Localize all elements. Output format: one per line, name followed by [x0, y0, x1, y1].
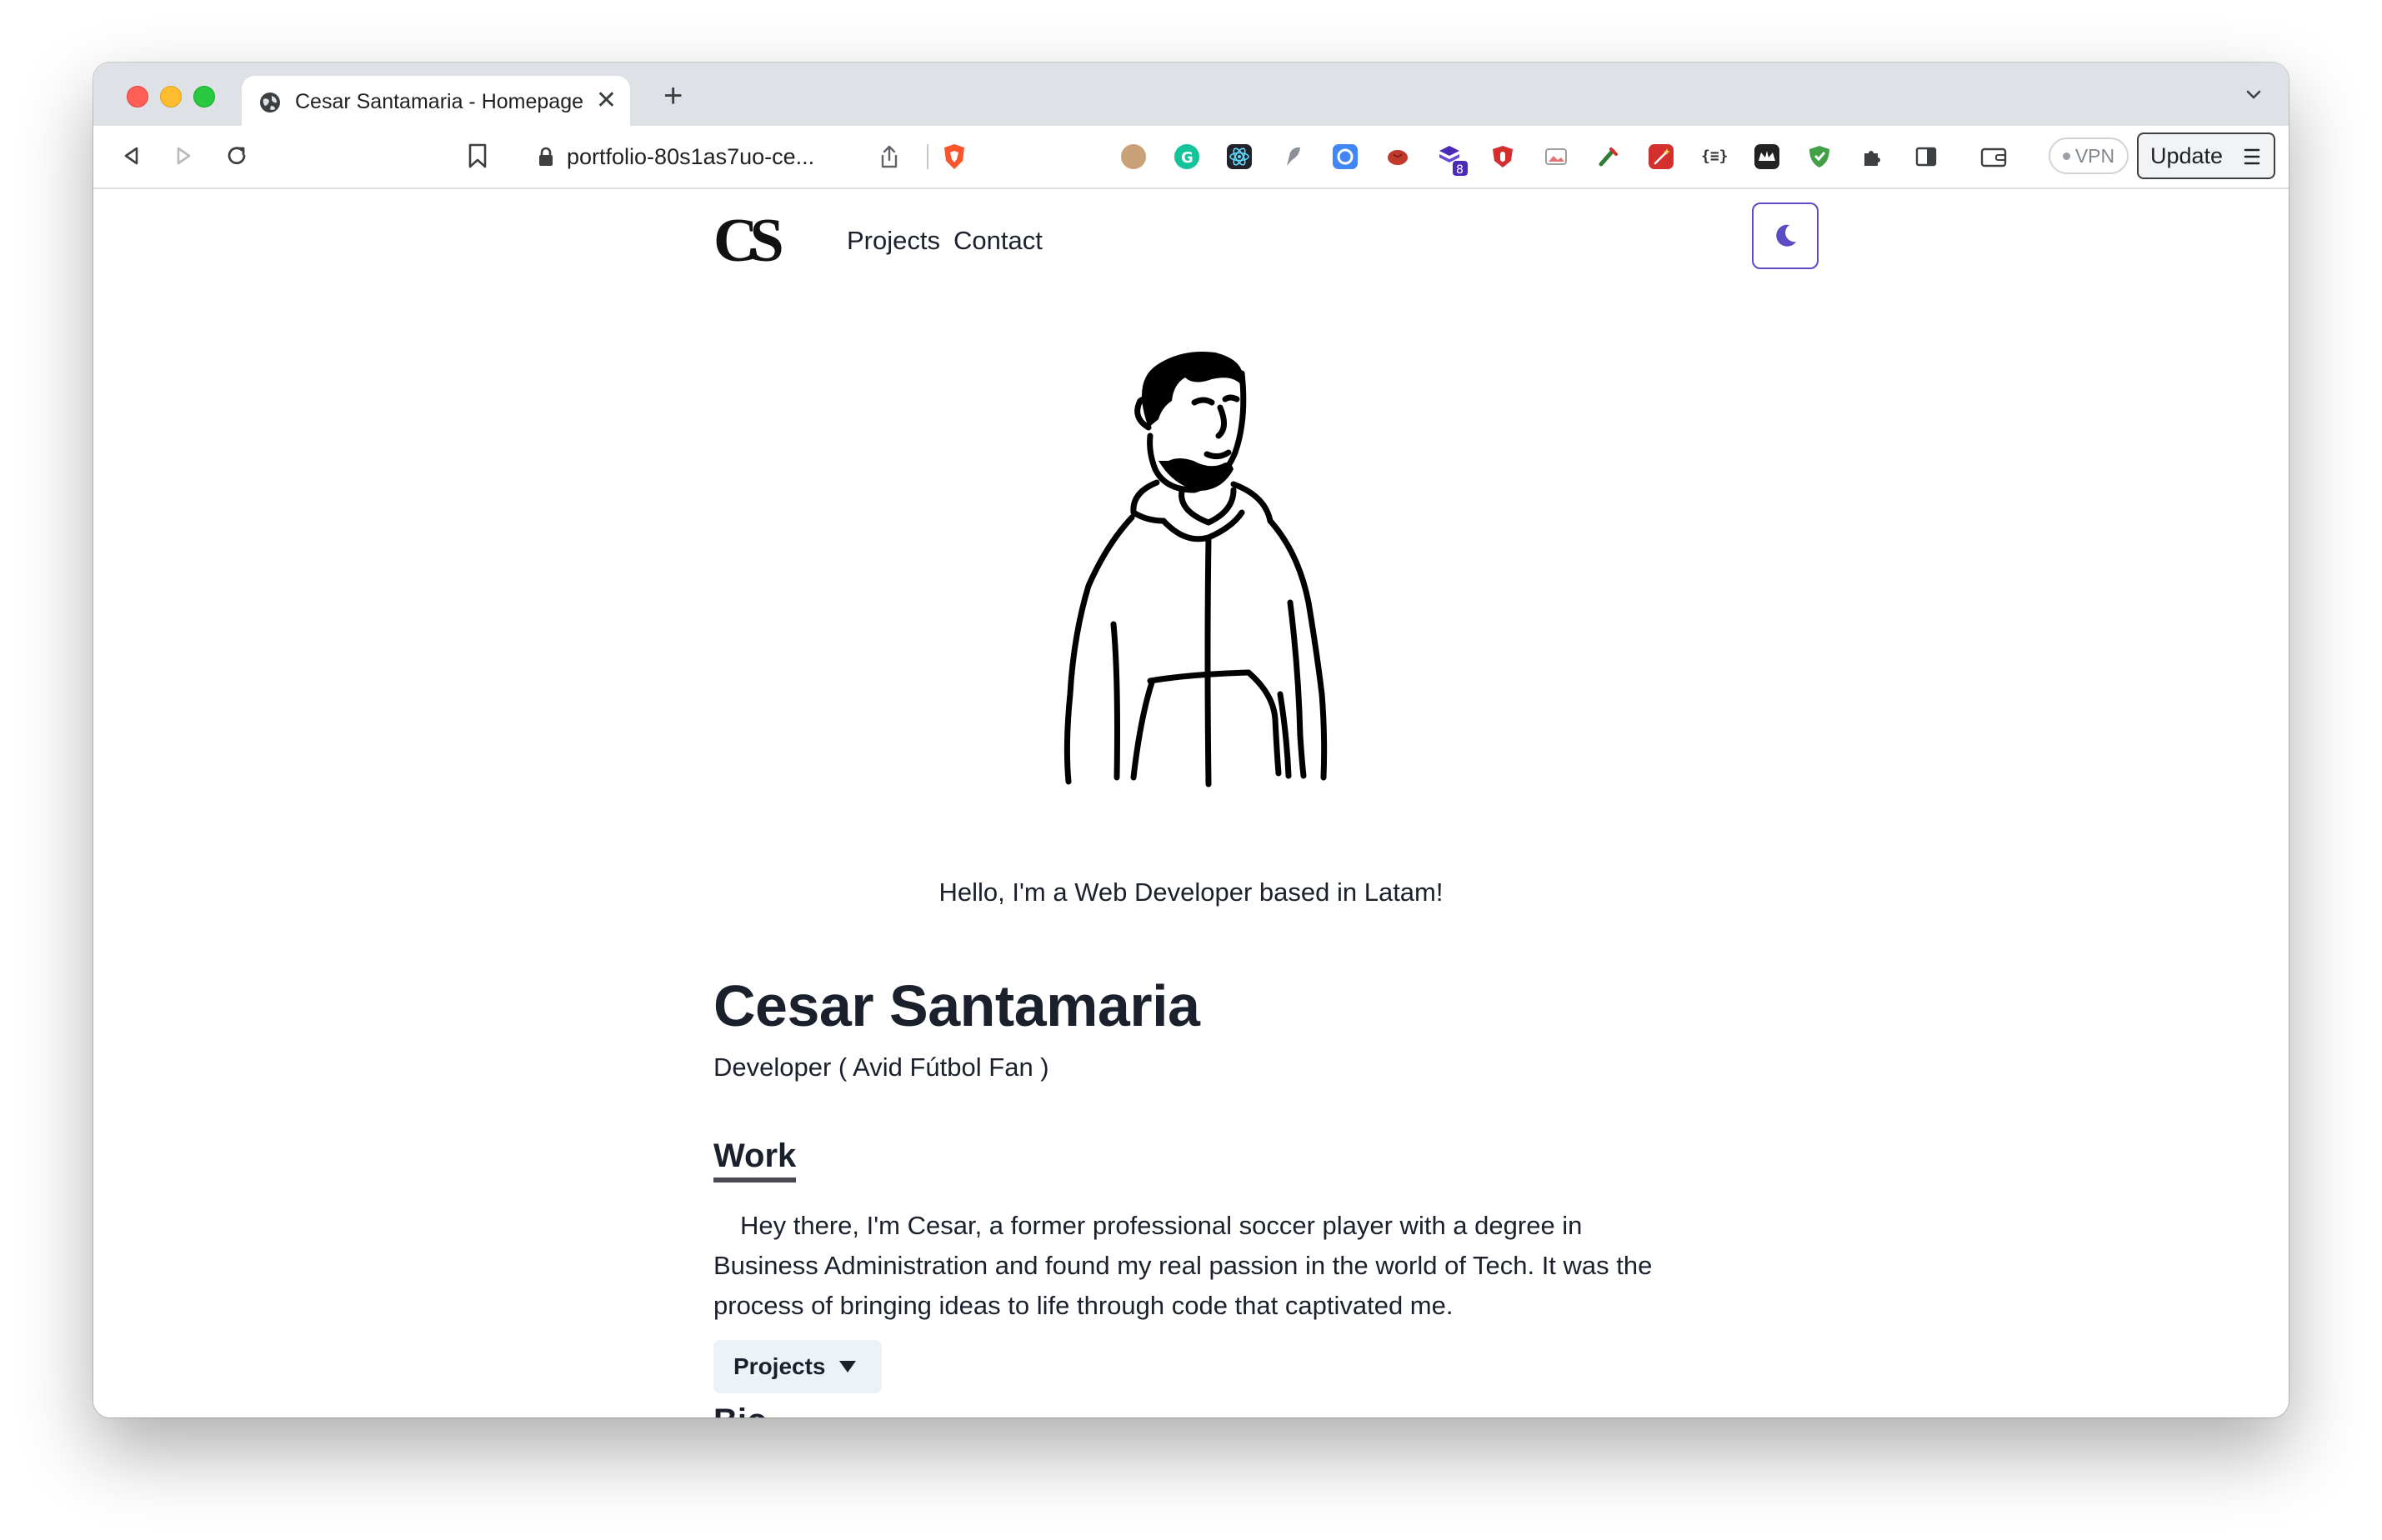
page-title: Cesar Santamaria	[713, 973, 1200, 1038]
brave-shield-icon[interactable]	[942, 142, 967, 171]
avatar-illustration	[1063, 352, 1328, 788]
tab-bar: Cesar Santamaria - Homepage ✕ +	[93, 62, 2289, 126]
page-viewport: CS Projects Contact Hello, I'm a Web Dev…	[93, 189, 2289, 1418]
ublock-icon[interactable]	[1490, 144, 1515, 169]
site-logo[interactable]: CS	[713, 214, 800, 269]
vpn-label: VPN	[2074, 144, 2115, 167]
adguard-icon[interactable]	[1807, 144, 1832, 169]
moon-icon	[1776, 224, 1796, 247]
json-viewer-icon[interactable]: {≡}	[1701, 144, 1729, 169]
color-picker-icon[interactable]	[1596, 144, 1621, 169]
projects-button-label: Projects	[733, 1353, 826, 1379]
new-tab-button[interactable]: +	[663, 79, 683, 112]
reload-button[interactable]	[222, 141, 252, 171]
forward-arrow-icon	[177, 147, 191, 165]
minimize-window-button[interactable]	[160, 86, 182, 108]
vpn-status-dot	[2062, 152, 2070, 160]
nav-projects-link[interactable]: Projects	[847, 226, 940, 256]
bookmark-icon[interactable]	[467, 142, 488, 169]
update-label: Update	[2150, 142, 2224, 168]
subtitle: Developer ( Avid Fútbol Fan )	[713, 1052, 1049, 1082]
brain-ext-icon[interactable]	[1385, 144, 1410, 169]
url-text[interactable]: portfolio-80s1as7uo-ce...	[567, 144, 814, 170]
omnibox-divider	[927, 144, 928, 169]
sidebar-icon[interactable]	[1914, 144, 1939, 169]
chevron-down-icon[interactable]	[2244, 84, 2264, 104]
vpn-button[interactable]: VPN	[2049, 138, 2129, 174]
maximize-window-button[interactable]	[193, 86, 215, 108]
close-window-button[interactable]	[127, 86, 148, 108]
logo-text: CS	[713, 214, 782, 269]
share-icon[interactable]	[878, 144, 900, 169]
crown-ext-icon[interactable]	[1754, 144, 1779, 169]
back-arrow-icon	[124, 147, 138, 165]
greeting-text: Hello, I'm a Web Developer based in Lata…	[938, 878, 1444, 907]
puzzle-extensions-icon[interactable]	[1860, 144, 1885, 169]
magic-wand-icon[interactable]	[1649, 144, 1674, 169]
address-bar[interactable]: portfolio-80s1as7uo-ce...	[520, 134, 987, 179]
avatar-ext-icon[interactable]	[1121, 144, 1146, 169]
globe-icon	[260, 92, 280, 112]
back-button[interactable]	[117, 141, 147, 171]
reload-icon	[228, 147, 246, 165]
active-tab[interactable]: Cesar Santamaria - Homepage ✕	[242, 76, 630, 126]
stacks-ext-icon[interactable]: 8	[1438, 144, 1468, 177]
ext-badge: 8	[1456, 163, 1464, 177]
update-button[interactable]: Update	[2137, 132, 2275, 179]
quill-ext-icon[interactable]	[1280, 144, 1305, 169]
forward-button[interactable]	[168, 141, 198, 171]
theme-toggle-button[interactable]	[1752, 202, 1819, 269]
browser-window: Cesar Santamaria - Homepage ✕ + portfoli…	[93, 62, 2289, 1418]
site-nav: Projects Contact	[847, 226, 1043, 256]
shield-blue-ext-icon[interactable]	[1333, 144, 1358, 169]
grammarly-icon[interactable]: G	[1174, 144, 1199, 169]
tab-title: Cesar Santamaria - Homepage	[295, 90, 583, 113]
browser-toolbar: portfolio-80s1as7uo-ce... G 8 {≡} VPN Up…	[93, 126, 2289, 189]
work-paragraph: Hey there, I'm Cesar, a former professio…	[713, 1211, 1653, 1320]
wallet-icon[interactable]	[1979, 144, 2007, 169]
hamburger-menu-icon	[2244, 148, 2260, 165]
image-ext-icon[interactable]	[1544, 144, 1569, 169]
work-heading: Work	[713, 1136, 797, 1182]
nav-contact-link[interactable]: Contact	[953, 226, 1043, 256]
projects-dropdown-button[interactable]: Projects	[713, 1340, 882, 1393]
triangle-down-icon	[838, 1361, 856, 1372]
bio-heading: Bio	[713, 1401, 767, 1418]
react-devtools-icon[interactable]	[1227, 144, 1252, 169]
lock-icon	[539, 147, 553, 166]
tab-close-icon[interactable]: ✕	[596, 86, 617, 116]
svg-text:G: G	[1181, 149, 1194, 167]
